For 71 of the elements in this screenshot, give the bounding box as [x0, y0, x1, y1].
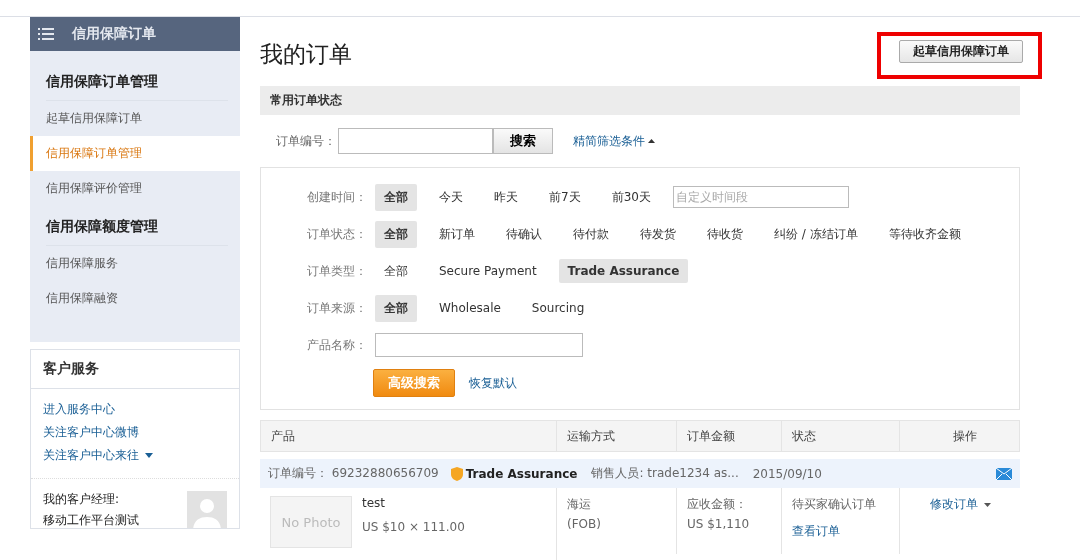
filter-option[interactable]: 待确认 [497, 220, 551, 248]
filter-label: 订单状态： [307, 225, 367, 243]
edit-order-link[interactable]: 修改订单 [929, 496, 991, 513]
trade-badge: Trade Assurance [450, 466, 578, 481]
caret-icon [648, 139, 655, 143]
filter-label: 订单类型： [307, 262, 367, 280]
sidebar-item[interactable]: 信用保障评价管理 [30, 171, 240, 206]
filter-label: 产品名称： [307, 336, 367, 354]
manager-label: 我的客户经理: [43, 491, 121, 508]
amount-label: 应收金额： [687, 496, 748, 513]
service-link[interactable]: 关注客户中心微博 [43, 424, 227, 441]
filter-option[interactable]: 全部 [375, 220, 417, 248]
order-number: 订单编号： 69232880656709 [268, 465, 439, 482]
product-name-field[interactable] [375, 333, 583, 357]
filter-option[interactable]: Trade Assurance [558, 259, 689, 283]
order-number-field[interactable] [338, 128, 493, 154]
order-status: 待买家确认订单 [792, 496, 877, 513]
sidebar-item[interactable]: 起草信用保障订单 [30, 101, 240, 136]
filter-option[interactable]: 前7天 [540, 183, 590, 211]
filter-option[interactable]: 等待收齐金额 [879, 220, 970, 248]
product-name: test [362, 496, 387, 510]
filter-option[interactable]: 待付款 [564, 220, 618, 248]
column-header: 产品 [260, 420, 557, 452]
filter-option[interactable]: Sourcing [522, 296, 594, 320]
column-header: 操作 [900, 420, 1020, 452]
page-title: 我的订单 [260, 40, 352, 69]
filter-option[interactable]: Secure Payment [430, 259, 546, 283]
filter-option[interactable]: 待收货 [698, 220, 752, 248]
amount: US $1,110 [687, 517, 751, 531]
filter-option[interactable]: 昨天 [485, 183, 527, 211]
date-range-field[interactable]: 自定义时间段 [672, 186, 849, 208]
column-header: 状态 [782, 420, 900, 452]
menu-heading: 信用保障订单管理 [46, 61, 228, 101]
menu-icon[interactable] [38, 28, 54, 40]
shipping-method: 海运 [567, 496, 592, 513]
card-title: 客户服务 [31, 350, 239, 389]
mail-icon[interactable] [996, 467, 1012, 480]
filter-option[interactable]: 全部 [375, 257, 417, 285]
caret-icon [145, 453, 153, 458]
reset-link[interactable]: 恢复默认 [469, 374, 517, 392]
shipping-term: (FOB) [567, 517, 602, 531]
service-link[interactable]: 关注客户中心来往 [43, 447, 227, 464]
filter-option[interactable]: 全部 [375, 183, 417, 211]
filter-option[interactable]: 全部 [375, 294, 417, 322]
thumbnail-box: No Photo [270, 496, 352, 548]
seller: 销售人员: trade1234 as... [591, 465, 739, 482]
menu-heading: 信用保障额度管理 [46, 206, 228, 246]
field-label: 订单编号： [276, 132, 336, 150]
product-price: US $10 × 111.00 [362, 520, 465, 534]
manager-name: 移动工作平台测试 [43, 512, 139, 528]
caret-icon [983, 502, 991, 507]
filter-option[interactable]: 纠纷 / 冻结订单 [765, 220, 867, 248]
status-bar: 常用订单状态 [260, 86, 1020, 115]
order-date: 2015/09/10 [752, 466, 823, 481]
filter-option[interactable]: 前30天 [602, 183, 660, 211]
filter-option[interactable]: 今天 [430, 183, 472, 211]
sidebar-title: 信用保障订单 [72, 25, 156, 43]
column-header: 运输方式 [557, 420, 677, 452]
column-header: 订单金额 [677, 420, 782, 452]
filter-toggle-link[interactable]: 精简筛选条件 [573, 132, 655, 150]
sidebar-item[interactable]: 信用保障服务 [30, 246, 240, 281]
filter-option[interactable]: Wholesale [430, 296, 510, 320]
filter-option[interactable]: 待发货 [631, 220, 685, 248]
sidebar-item[interactable]: 信用保障融资 [30, 281, 240, 316]
filter-label: 订单来源： [307, 299, 367, 317]
filter-label: 创建时间： [307, 188, 367, 206]
create-order-button[interactable]: 起草信用保障订单 [899, 40, 1023, 63]
service-link[interactable]: 进入服务中心 [43, 401, 227, 418]
search-button[interactable]: 搜索 [493, 128, 553, 154]
filter-option[interactable]: 新订单 [430, 220, 484, 248]
view-order-link[interactable]: 查看订单 [792, 523, 889, 540]
